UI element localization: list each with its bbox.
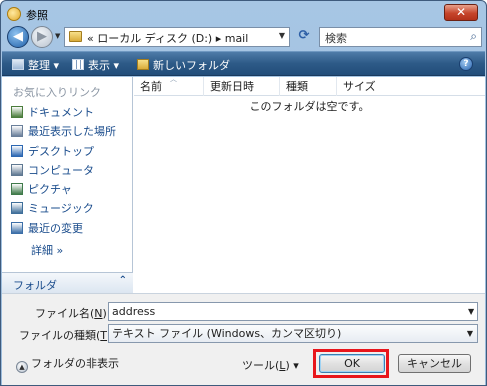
sidebar-item-label: ピクチャ bbox=[28, 183, 72, 197]
filename-dropdown-icon[interactable]: ▼ bbox=[468, 307, 481, 316]
close-button[interactable]: ✕ bbox=[444, 4, 478, 21]
organize-icon bbox=[12, 59, 24, 70]
title-bar: 参照 ✕ bbox=[1, 1, 486, 27]
filetype-select[interactable]: テキスト ファイル (Windows、カンマ区切り) ▼ bbox=[108, 324, 478, 343]
file-browse-dialog: 参照 ✕ ◀ ▶ ▼ « ローカル ディスク (D:) ▸ mail ▼ ⟳ 検… bbox=[0, 0, 487, 386]
address-dropdown-icon[interactable]: ▼ bbox=[279, 31, 285, 40]
sidebar-item-label: コンピュータ bbox=[28, 163, 94, 177]
search-icon[interactable]: ⌕ bbox=[470, 29, 477, 44]
new-folder-button[interactable]: 新しいフォルダ bbox=[137, 57, 230, 73]
sidebar-item-computer[interactable]: コンピュータ bbox=[11, 162, 116, 181]
sidebar-item-documents[interactable]: ドキュメント bbox=[11, 104, 116, 123]
dialog-footer: ファイル名(N): address ▼ ファイルの種類(T): テキスト ファイ… bbox=[2, 293, 485, 385]
organize-label: 整理 ▾ bbox=[28, 59, 60, 72]
desktop-icon bbox=[11, 144, 23, 157]
cancel-button[interactable]: キャンセル bbox=[398, 354, 471, 373]
column-size[interactable]: サイズ bbox=[337, 77, 485, 96]
filename-accelerator: N bbox=[94, 307, 103, 320]
column-date-modified[interactable]: 更新日時 bbox=[204, 77, 280, 96]
sidebar-item-label: ミュージック bbox=[28, 202, 94, 216]
hide-folders-label: フォルダの非表示 bbox=[31, 357, 119, 370]
address-bar[interactable]: « ローカル ディスク (D:) ▸ mail ▼ bbox=[64, 27, 290, 47]
views-label: 表示 ▾ bbox=[88, 59, 120, 72]
views-menu[interactable]: 表示 ▾ bbox=[72, 57, 119, 73]
column-header-row: 名前 ︿ 更新日時 種類 サイズ bbox=[134, 75, 485, 96]
new-folder-icon bbox=[137, 59, 149, 70]
search-placeholder: 検索 bbox=[325, 32, 347, 45]
tools-label-suffix: ) ▾ bbox=[285, 359, 299, 372]
filetype-value: テキスト ファイル (Windows、カンマ区切り) bbox=[112, 327, 342, 340]
folder-icon bbox=[69, 31, 82, 42]
hide-folders-button[interactable]: ▲ フォルダの非表示 bbox=[16, 355, 119, 373]
address-path: « ローカル ディスク (D:) ▸ mail bbox=[87, 32, 249, 45]
refresh-button[interactable]: ⟳ bbox=[294, 27, 314, 47]
recent-places-icon bbox=[11, 125, 23, 138]
sort-ascending-icon: ︿ bbox=[170, 75, 177, 83]
sidebar-item-recent-changes[interactable]: 最近の変更 bbox=[11, 220, 116, 239]
navigation-pane: お気に入りリンク ドキュメント最近表示した場所 デスクトップ コンピュータ ピクチャミ… bbox=[2, 77, 133, 293]
documents-icon bbox=[11, 106, 23, 118]
favorite-links-header: お気に入りリンク bbox=[13, 86, 101, 99]
music-icon bbox=[11, 202, 23, 215]
more-links-button[interactable]: 詳細 » bbox=[31, 242, 63, 258]
file-list-pane[interactable]: 名前 ︿ 更新日時 種類 サイズ このフォルダは空です。 bbox=[134, 75, 485, 293]
recent-changes-icon bbox=[11, 221, 23, 234]
filetype-label-text: ファイルの種類( bbox=[19, 329, 101, 342]
sidebar-item-label: 最近表示した場所 bbox=[28, 125, 116, 139]
app-icon bbox=[7, 7, 21, 21]
recent-pages-dropdown-icon[interactable]: ▼ bbox=[55, 32, 60, 40]
sidebar-item-pictures[interactable]: ピクチャ bbox=[11, 181, 116, 200]
filetype-label: ファイルの種類(T): bbox=[19, 327, 115, 343]
tools-menu[interactable]: ツール(L) ▾ bbox=[242, 357, 299, 373]
computer-icon bbox=[11, 163, 23, 176]
sidebar-item-desktop[interactable]: デスクトップ bbox=[11, 143, 116, 162]
help-icon[interactable]: ? bbox=[459, 57, 473, 71]
favorite-links-list: ドキュメント最近表示した場所 デスクトップ コンピュータ ピクチャミュージック 最近の変… bbox=[11, 104, 116, 239]
pictures-icon bbox=[11, 183, 23, 196]
sidebar-item-label: 最近の変更 bbox=[28, 221, 83, 235]
filetype-dropdown-icon: ▼ bbox=[466, 329, 473, 338]
command-toolbar: 整理 ▾ 表示 ▾ 新しいフォルダ ? bbox=[2, 51, 485, 76]
new-folder-label: 新しいフォルダ bbox=[153, 59, 230, 72]
ok-button[interactable]: OK bbox=[319, 354, 385, 373]
filename-label: ファイル名(N): bbox=[35, 305, 111, 321]
organize-menu[interactable]: 整理 ▾ bbox=[12, 57, 59, 73]
chevron-up-circle-icon: ▲ bbox=[16, 361, 28, 373]
sidebar-item-label: デスクトップ bbox=[28, 144, 94, 158]
filename-label-text: ファイル名( bbox=[35, 307, 95, 320]
chevron-up-icon: ⌃ bbox=[118, 275, 127, 286]
forward-button[interactable]: ▶ bbox=[31, 26, 53, 48]
column-type[interactable]: 種類 bbox=[280, 77, 337, 96]
navigation-bar: ◀ ▶ ▼ « ローカル ディスク (D:) ▸ mail ▼ ⟳ 検索 ⌕ bbox=[4, 25, 484, 49]
filename-input[interactable]: address bbox=[108, 302, 478, 321]
search-input[interactable]: 検索 ⌕ bbox=[319, 27, 482, 47]
content-area: お気に入りリンク ドキュメント最近表示した場所 デスクトップ コンピュータ ピクチャミ… bbox=[2, 75, 485, 293]
sidebar-item-music[interactable]: ミュージック bbox=[11, 200, 116, 219]
sidebar-item-label: ドキュメント bbox=[28, 106, 94, 119]
column-name[interactable]: 名前 bbox=[134, 77, 204, 96]
folders-label: フォルダ bbox=[13, 279, 57, 292]
empty-folder-message: このフォルダは空です。 bbox=[249, 100, 370, 113]
tools-label-text: ツール( bbox=[242, 359, 280, 372]
views-icon bbox=[72, 59, 84, 70]
folders-toggle[interactable]: フォルダ ⌃ bbox=[2, 272, 133, 293]
sidebar-item-recent-places[interactable]: 最近表示した場所 bbox=[11, 123, 116, 142]
back-button[interactable]: ◀ bbox=[7, 26, 29, 48]
window-title: 参照 bbox=[26, 9, 48, 22]
